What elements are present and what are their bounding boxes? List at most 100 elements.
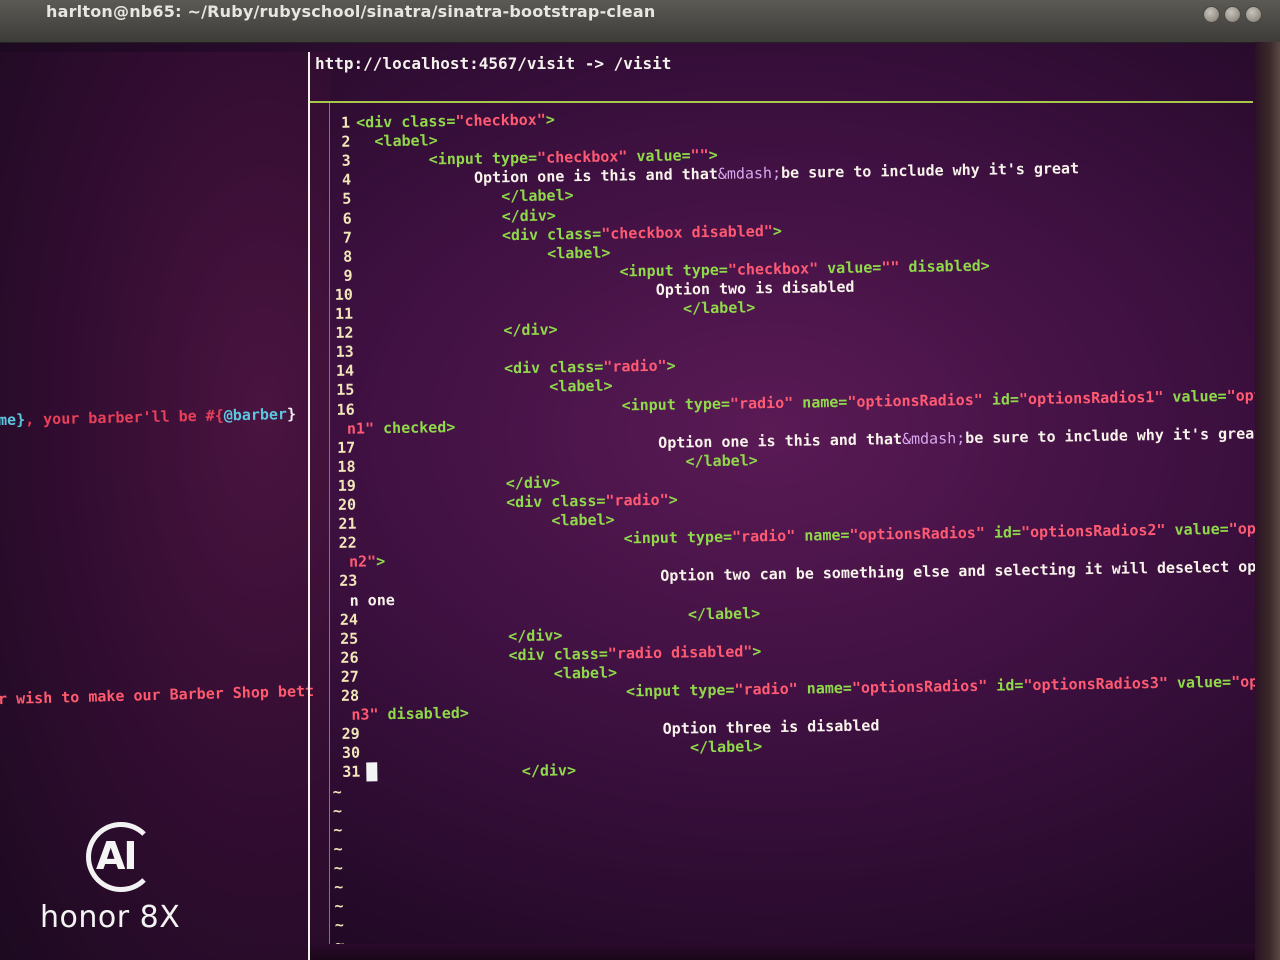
code-text: </div> — [506, 473, 560, 492]
code-text: <div class="checkbox disabled"> — [502, 221, 782, 243]
code-token: > — [752, 642, 762, 661]
line-number: 19 — [337, 476, 356, 495]
code-token: "optionsRadios1" — [1018, 387, 1164, 408]
code-text: </label> — [501, 187, 574, 206]
code-text: </div> — [366, 760, 576, 783]
code-token: "radio" — [729, 393, 794, 413]
line-number: 31 — [342, 762, 361, 782]
code-token: > — [708, 146, 718, 165]
camera-watermark: AI honor 8X — [40, 822, 210, 942]
maximize-button[interactable] — [1224, 6, 1241, 23]
ai-logo-text: AI — [96, 834, 138, 878]
line-number: 23 — [339, 571, 358, 591]
code-token: "" — [881, 257, 900, 277]
line-number: 30 — [341, 743, 361, 763]
empty-line-tilde: ~ — [333, 839, 343, 858]
code-text: <div class="radio disabled"> — [508, 642, 761, 664]
code-token: > — [666, 356, 676, 376]
code-token: "checkbox" — [455, 110, 546, 130]
code-token: type= — [686, 527, 733, 547]
route-status-line: http://localhost:4567/visit -> /visit — [315, 54, 672, 73]
code-token: id= — [984, 523, 1022, 542]
brand-text: honor 8X — [40, 900, 181, 935]
code-token: > — [545, 110, 555, 129]
close-button[interactable] — [1245, 6, 1262, 23]
code-text: </label> — [685, 451, 758, 470]
code-token: name= — [797, 678, 853, 698]
line-number: 27 — [340, 667, 359, 686]
code-text: Option two is disabled — [656, 278, 855, 299]
empty-line-tilde: ~ — [332, 801, 343, 820]
code-token: Option three is disabled — [662, 716, 880, 739]
code-token: "optionsRadios" — [849, 523, 986, 545]
line-number: 4 — [341, 170, 352, 190]
code-token: <input — [623, 528, 688, 548]
code-text: <input type="checkbox" value="" disabled… — [619, 256, 990, 280]
code-text: <div class="checkbox"> — [356, 110, 555, 131]
code-token: </label> — [682, 298, 756, 318]
code-text: <label> — [554, 663, 617, 682]
left-code-line: r wish to make our Barber Shop bett — [0, 681, 315, 709]
code-token: disabled> — [378, 703, 469, 724]
code-token: Option one is this and that — [473, 165, 718, 188]
empty-line-tilde: ~ — [334, 896, 344, 916]
code-token: be sure to include why it's great — [965, 424, 1255, 447]
code-token: </label> — [689, 737, 763, 757]
code-token: class= — [549, 358, 604, 377]
code-token: value= — [1167, 672, 1232, 692]
code-token: <div — [505, 492, 552, 512]
code-token: &mdash; — [717, 164, 782, 184]
line-number: 13 — [335, 342, 354, 362]
code-token: <label> — [374, 131, 438, 151]
code-token: <input — [619, 261, 683, 281]
code-token: n one — [349, 590, 395, 610]
monitor-bezel-bottom — [310, 944, 1255, 960]
code-text: <label> — [374, 131, 437, 150]
code-token: type= — [682, 260, 729, 280]
monitor-bezel — [1255, 42, 1280, 960]
code-token: <label> — [549, 376, 613, 396]
line-number: 5 — [342, 190, 352, 209]
line-number: 15 — [336, 381, 355, 400]
code-token: "radio" — [605, 490, 669, 510]
line-number: 26 — [340, 648, 359, 667]
code-token: value= — [1165, 520, 1229, 540]
code-token: <input — [621, 394, 685, 414]
window-title: harlton@nb65: ~/Ruby/rubyschool/sinatra/… — [46, 2, 656, 21]
terminal-title-bar: harlton@nb65: ~/Ruby/rubyschool/sinatra/… — [0, 0, 1280, 43]
code-text: n2"> — [349, 552, 385, 571]
code-token: Option two can be something else and sel… — [660, 557, 1255, 586]
code-token: <label> — [547, 243, 611, 263]
empty-line-tilde: ~ — [333, 858, 344, 877]
code-token: <div — [508, 645, 554, 665]
code-token: n1" — [346, 418, 375, 438]
minimize-button[interactable] — [1203, 6, 1220, 23]
line-number: 25 — [340, 629, 359, 648]
code-text: </div> — [503, 321, 557, 340]
code-text: </label> — [690, 738, 763, 757]
line-number: 17 — [337, 438, 356, 457]
code-token: <input — [625, 681, 690, 701]
code-text: <label> — [547, 243, 610, 262]
code-text: </label> — [688, 604, 761, 623]
code-token: </div> — [501, 205, 556, 225]
code-token: "checkbox" — [536, 147, 628, 167]
line-number: 22 — [338, 533, 357, 553]
right-editor-pane[interactable]: http://localhost:4567/visit -> /visit 1 <… — [310, 52, 1255, 960]
code-text: <div class="radio"> — [506, 491, 678, 512]
pane-divider-line — [310, 101, 1253, 103]
code-token: value= — [627, 146, 691, 166]
left-code-fragment: } — [286, 404, 297, 424]
code-token: disabled> — [899, 256, 990, 276]
code-token: type= — [491, 148, 538, 168]
line-number: 11 — [334, 304, 354, 323]
code-token: class= — [546, 224, 602, 244]
empty-line-tilde: ~ — [334, 916, 344, 935]
code-token: name= — [795, 526, 850, 545]
code-text: Option three is disabled — [663, 717, 880, 738]
window-controls — [1203, 6, 1262, 23]
code-token: </label> — [501, 186, 574, 206]
code-token: value= — [1163, 386, 1227, 406]
code-token: <div — [501, 225, 548, 244]
code-token: &mdash; — [901, 428, 966, 448]
